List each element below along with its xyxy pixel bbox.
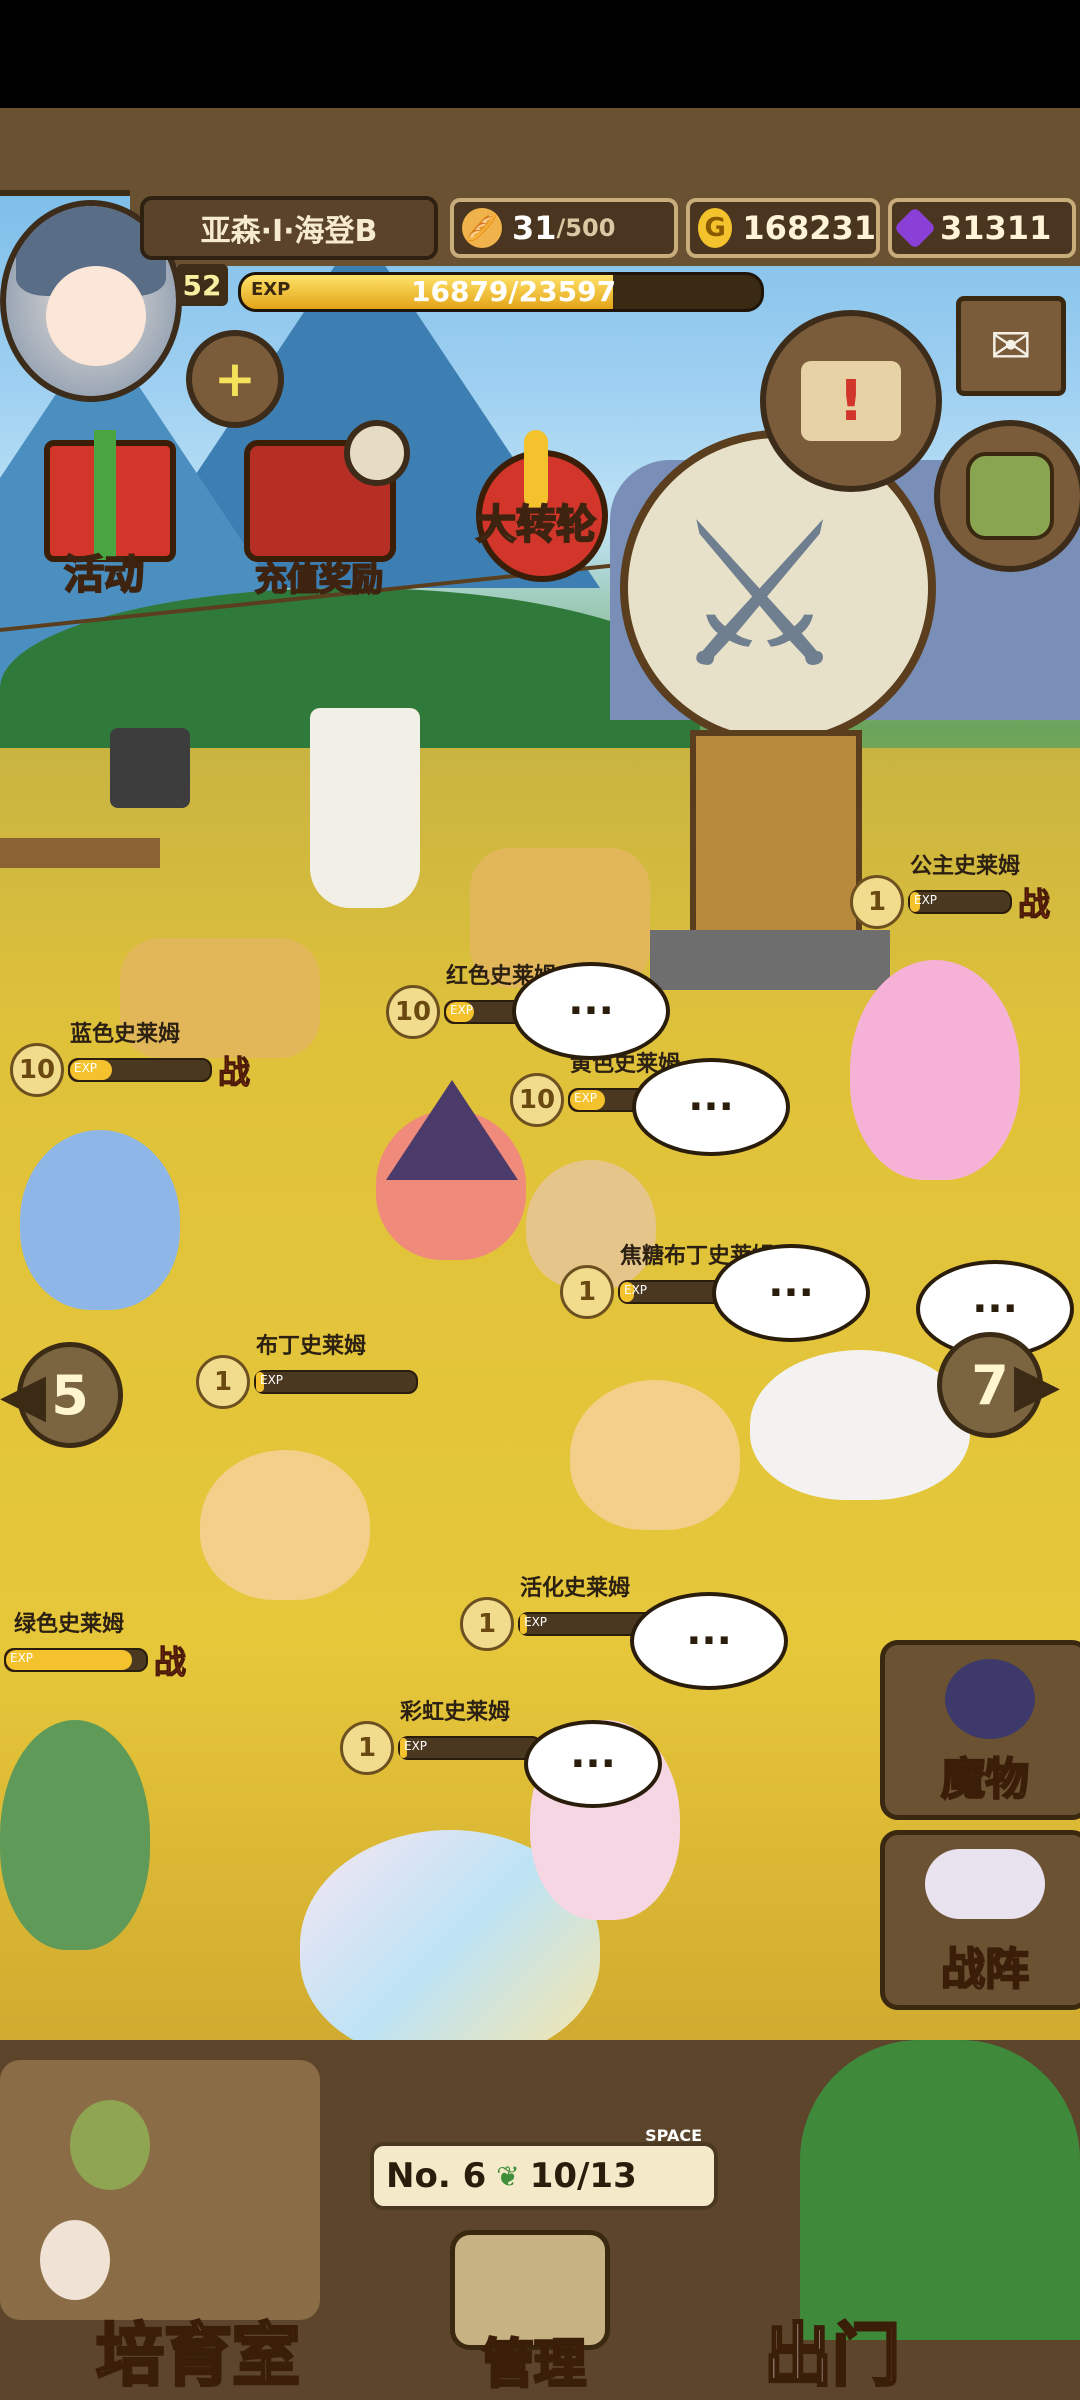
- witch-hat-icon: [386, 1080, 518, 1180]
- exp-mini-bar: EXP: [398, 1736, 542, 1760]
- gem-value: 31311: [940, 209, 1052, 247]
- level-badge: 1: [196, 1355, 250, 1409]
- prev-page-button[interactable]: ◀ 5: [0, 1330, 140, 1460]
- level-badge: 1: [340, 1721, 394, 1775]
- monsters-button[interactable]: 魔物: [880, 1640, 1080, 1820]
- apron: [310, 708, 420, 908]
- exit-button[interactable]: 出门: [762, 2300, 901, 2399]
- space-indicator: No. 6 ❦ 10/13 SPACE: [370, 2126, 718, 2210]
- monster-name: 绿色史莱姆: [14, 1612, 125, 1637]
- add-gem-button[interactable]: +: [186, 330, 284, 428]
- crossed-swords-icon: ⚔: [670, 480, 850, 713]
- monsters-label: 魔物: [940, 1753, 1030, 1806]
- gem-counter[interactable]: 31311: [888, 198, 1076, 258]
- level-badge: 1: [560, 1265, 614, 1319]
- monster-name: 公主史莱姆: [910, 854, 1021, 879]
- speech-bubble: ···: [712, 1244, 870, 1342]
- formation-button[interactable]: 战阵: [880, 1830, 1080, 2010]
- exp-text: 16879/23597: [411, 275, 617, 308]
- monster-label-blue: 10 蓝色史莱姆 EXP 战: [10, 1022, 251, 1097]
- recharge-label: 充值奖励: [254, 559, 384, 599]
- gold-counter[interactable]: G 168231: [686, 198, 880, 258]
- event-label: 活动: [63, 551, 145, 599]
- fight-tag: 战: [153, 1643, 187, 1682]
- monster-name: 活化史莱姆: [520, 1576, 631, 1601]
- level-badge: 10: [510, 1073, 564, 1127]
- bag-button[interactable]: [934, 420, 1080, 572]
- fence: [0, 838, 160, 868]
- formation-icon: [925, 1849, 1045, 1919]
- recharge-reward-button[interactable]: 充值奖励: [224, 420, 414, 600]
- level-badge: 10: [386, 985, 440, 1039]
- monster-portrait-icon: [945, 1659, 1035, 1739]
- exp-mini-bar: EXP: [68, 1058, 212, 1082]
- exp-bar: EXP 16879/23597: [238, 272, 764, 312]
- floor-number: No. 6: [386, 2156, 487, 2196]
- gold-coin-icon: G: [698, 208, 733, 248]
- level-badge: 10: [10, 1043, 64, 1097]
- speech-bubble: ···: [632, 1058, 790, 1156]
- wheel-label: 大转轮: [475, 501, 597, 549]
- egg-icon: [40, 2220, 110, 2300]
- gem-plus-icon: +: [214, 350, 256, 408]
- player-level: 52: [176, 264, 228, 306]
- formation-label: 战阵: [940, 1943, 1030, 1996]
- next-page-button[interactable]: 7 ▶: [920, 1320, 1060, 1450]
- monster-label-princess: 1 公主史莱姆 EXP 战: [850, 854, 1051, 929]
- bread-icon: 🥖: [462, 208, 502, 248]
- monster-name: 彩虹史莱姆: [400, 1700, 511, 1725]
- exp-mini-bar: EXP: [908, 890, 1012, 914]
- scroll-icon: !: [801, 361, 901, 441]
- stamina-counter[interactable]: 🥖 31 /500: [450, 198, 678, 258]
- exp-label: EXP: [251, 279, 291, 300]
- speech-bubble: ···: [512, 962, 670, 1060]
- space-label: SPACE: [645, 2126, 702, 2145]
- blue-slime[interactable]: [20, 1130, 180, 1310]
- monster-name: 布丁史莱姆: [256, 1334, 367, 1359]
- monster-label-pudding: 1 布丁史莱姆 EXP: [196, 1334, 418, 1409]
- monster-name: 蓝色史莱姆: [70, 1022, 181, 1047]
- stamina-max: /500: [556, 214, 616, 242]
- pudding-slime[interactable]: [200, 1450, 370, 1600]
- egg-icon: [70, 2100, 150, 2190]
- level-badge: 1: [850, 875, 904, 929]
- caramel-pudding-slime[interactable]: [570, 1380, 740, 1530]
- clock-icon: [344, 420, 410, 486]
- header-frame: [0, 108, 1080, 196]
- space-value: 10/13: [529, 2156, 637, 2196]
- tshirt: [110, 728, 190, 808]
- speech-bubble: ···: [524, 1720, 662, 1808]
- level-badge: 1: [460, 1597, 514, 1651]
- forest-exit-art: [800, 2040, 1080, 2340]
- backpack-icon: [966, 452, 1054, 540]
- gift-ribbon: [94, 430, 116, 560]
- exp-mini-bar: EXP: [4, 1648, 148, 1672]
- wheel-button[interactable]: 大转轮: [446, 420, 626, 600]
- quest-scroll-button[interactable]: !: [760, 310, 942, 492]
- house-door: [690, 730, 862, 942]
- leaf-icon: ❦: [496, 2159, 520, 2193]
- green-slime[interactable]: [0, 1720, 150, 1950]
- fight-tag: 战: [1017, 885, 1051, 924]
- house-stairs: [650, 930, 890, 990]
- monster-label-green: 绿色史莱姆 EXP 战: [0, 1612, 187, 1682]
- mail-button[interactable]: ✉: [956, 296, 1066, 396]
- exp-mini-bar: EXP: [254, 1370, 418, 1394]
- princess-slime[interactable]: [850, 960, 1020, 1180]
- chevron-right-icon: ▶: [1013, 1350, 1060, 1420]
- breeding-room-button[interactable]: 培育室: [94, 2300, 301, 2399]
- gold-value: 168231: [742, 209, 876, 247]
- avatar-face: [46, 266, 146, 366]
- fight-tag: 战: [217, 1053, 251, 1092]
- monster-label-rainbow: 1 彩虹史莱姆 EXP: [340, 1700, 542, 1775]
- mail-icon: ✉: [990, 317, 1032, 375]
- gem-icon: [893, 206, 937, 250]
- speech-bubble: ···: [630, 1592, 788, 1690]
- player-name: 亚森·I·海登B: [140, 196, 438, 260]
- event-button[interactable]: 活动: [14, 420, 194, 600]
- stamina-current: 31: [512, 209, 557, 247]
- chevron-left-icon: ◀: [0, 1360, 47, 1430]
- manage-button[interactable]: 管理: [480, 2322, 587, 2397]
